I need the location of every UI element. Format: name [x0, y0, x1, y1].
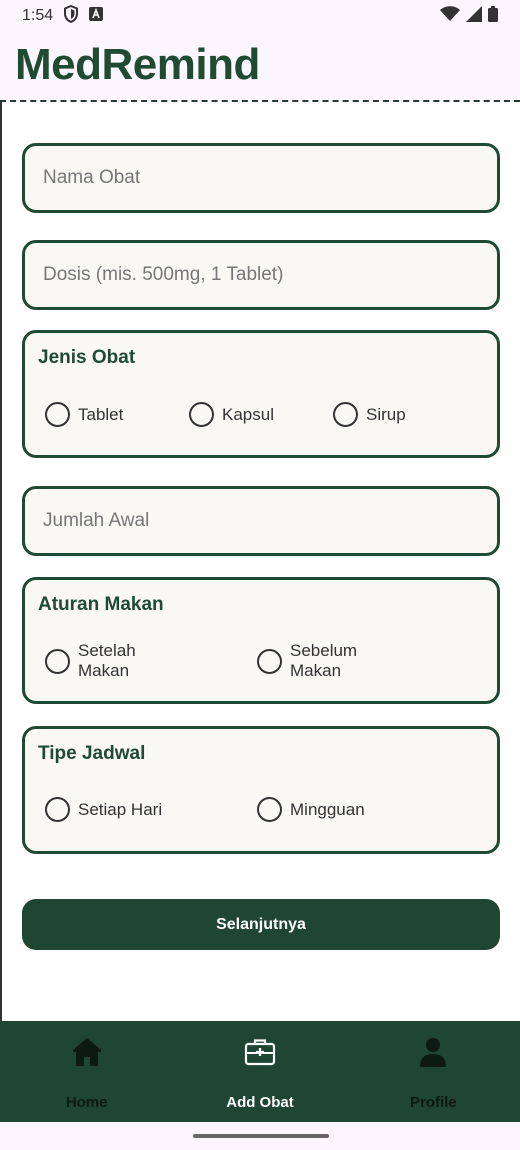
radio-label: Setelah Makan	[78, 641, 136, 680]
nav-item-profile[interactable]: Profile	[347, 1021, 520, 1122]
radio-button[interactable]	[257, 648, 282, 674]
app-header: MedRemind	[0, 32, 520, 102]
jumlah-awal-input[interactable]	[43, 510, 497, 532]
radio-option-mingguan[interactable]: Mingguan	[257, 797, 365, 822]
radio-option-setelah-makan[interactable]: Setelah Makan	[45, 641, 158, 681]
home-icon	[70, 1035, 104, 1069]
battery-icon	[488, 5, 498, 27]
aturan-makan-title: Aturan Makan	[38, 594, 164, 615]
nav-item-home[interactable]: Home	[0, 1021, 173, 1122]
nama-obat-field[interactable]	[22, 143, 500, 213]
radio-option-kapsul[interactable]: Kapsul	[189, 402, 274, 427]
radio-button[interactable]	[45, 402, 70, 427]
jumlah-awal-field[interactable]	[22, 486, 500, 556]
radio-label: Mingguan	[290, 799, 365, 819]
jenis-obat-group: Jenis Obat Tablet Kapsul Sirup	[22, 330, 500, 458]
nama-obat-input[interactable]	[43, 167, 497, 189]
left-divider	[0, 102, 2, 1022]
radio-button[interactable]	[333, 402, 358, 427]
person-icon	[416, 1035, 450, 1069]
radio-label: Sirup	[366, 404, 406, 424]
dosis-field[interactable]	[22, 240, 500, 310]
radio-option-setiap-hari[interactable]: Setiap Hari	[45, 797, 162, 822]
radio-label: Sebelum Makan	[290, 641, 358, 680]
tipe-jadwal-title: Tipe Jadwal	[38, 743, 146, 764]
aturan-makan-group: Aturan Makan Setelah Makan Sebelum Makan	[22, 577, 500, 704]
gesture-handle[interactable]	[193, 1134, 329, 1138]
wifi-icon	[440, 5, 460, 27]
dosis-input[interactable]	[43, 264, 497, 286]
radio-button[interactable]	[45, 648, 70, 674]
next-button[interactable]: Selanjutnya	[22, 899, 500, 950]
bottom-nav: Home Add Obat Profile	[0, 1021, 520, 1122]
signal-icon	[466, 5, 482, 27]
radio-label: Kapsul	[222, 404, 274, 424]
medkit-icon	[243, 1035, 277, 1069]
radio-button[interactable]	[45, 797, 70, 822]
shield-icon	[63, 4, 79, 28]
font-icon	[89, 6, 104, 26]
status-time: 1:54	[22, 7, 54, 24]
nav-label: Home	[65, 1094, 108, 1111]
status-bar: 1:54	[0, 0, 520, 32]
radio-label: Setiap Hari	[78, 799, 163, 819]
radio-option-tablet[interactable]: Tablet	[45, 402, 123, 427]
nav-item-add-obat[interactable]: Add Obat	[173, 1021, 346, 1122]
tipe-jadwal-group: Tipe Jadwal Setiap Hari Mingguan	[22, 726, 500, 854]
jenis-obat-title: Jenis Obat	[38, 347, 136, 368]
radio-button[interactable]	[257, 797, 282, 822]
radio-option-sirup[interactable]: Sirup	[333, 402, 406, 427]
app-title: MedRemind	[15, 40, 260, 89]
nav-label: Add Obat	[226, 1094, 294, 1111]
radio-option-sebelum-makan[interactable]: Sebelum Makan	[257, 641, 370, 681]
radio-label: Tablet	[78, 404, 124, 424]
radio-button[interactable]	[189, 402, 214, 427]
nav-label: Profile	[409, 1094, 457, 1111]
